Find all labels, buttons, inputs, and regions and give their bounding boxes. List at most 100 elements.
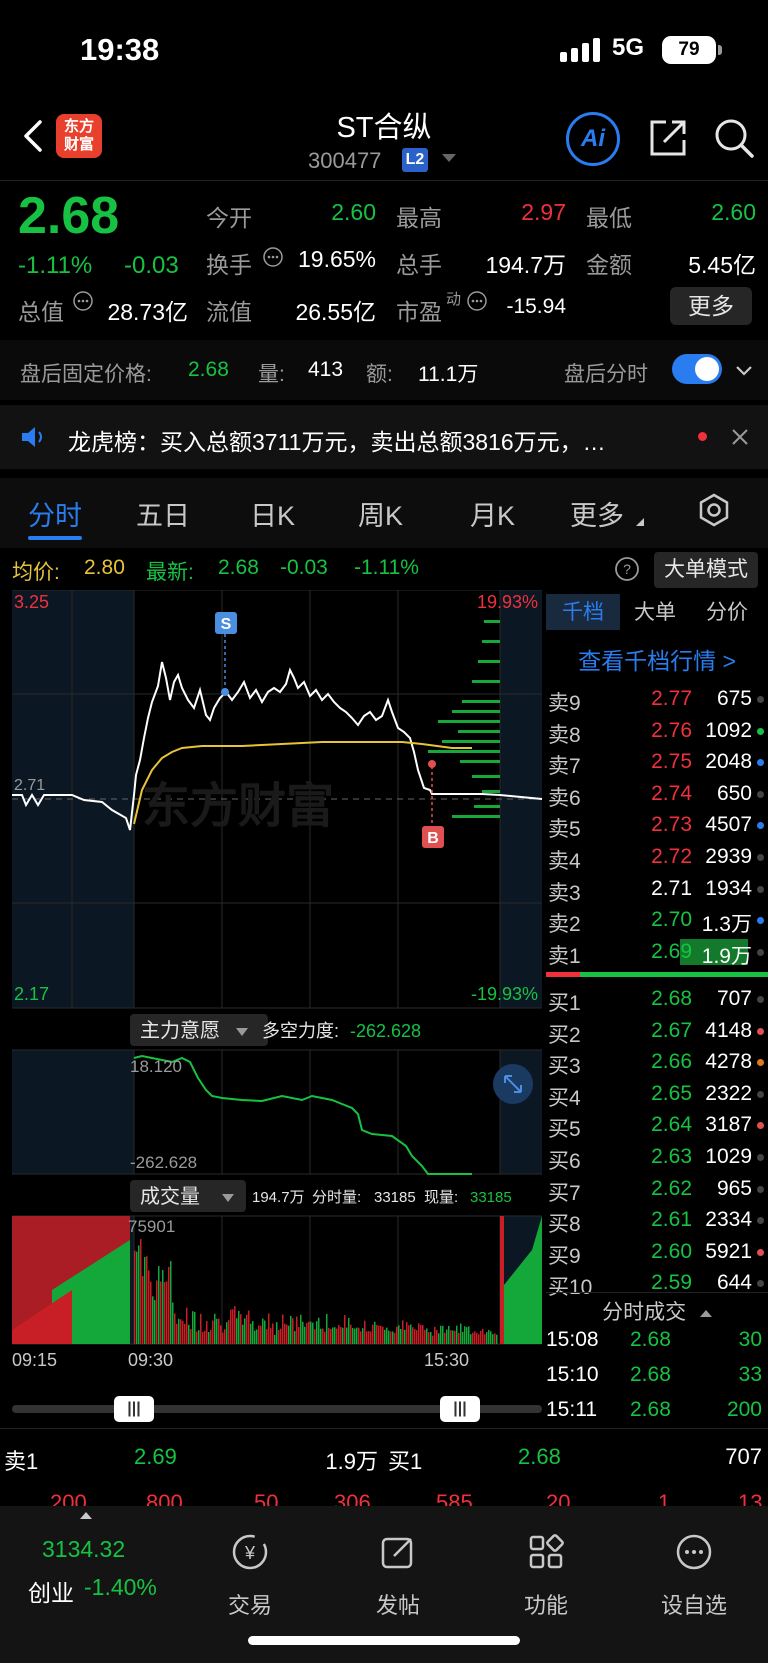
volume-bar xyxy=(180,1319,182,1344)
pe-value: -15.94 xyxy=(506,295,566,318)
ask-row[interactable]: 卖8 2.76 1092 xyxy=(546,716,768,747)
ask-row[interactable]: 卖7 2.75 2048 xyxy=(546,747,768,778)
tab-intraday[interactable]: 分时 xyxy=(28,494,82,533)
bid-row[interactable]: 买5 2.64 3187 xyxy=(546,1110,768,1141)
status-time: 19:38 xyxy=(80,32,160,67)
info-icon[interactable] xyxy=(72,290,94,312)
order-dot xyxy=(757,1248,764,1256)
volume-bar xyxy=(404,1329,406,1344)
nav-trade[interactable]: ¥ 交易 xyxy=(190,1532,310,1620)
tab-weekly-k[interactable]: 周K xyxy=(358,494,403,533)
bid-row[interactable]: 买10 2.59 644 xyxy=(546,1268,768,1299)
close-icon[interactable] xyxy=(730,427,750,447)
tab-depth[interactable]: 千档 xyxy=(562,596,604,626)
tick-row: 15:10 2.68 33 xyxy=(546,1359,768,1393)
bid-row[interactable]: 买2 2.67 4148 xyxy=(546,1016,768,1047)
info-icon[interactable] xyxy=(262,246,284,268)
volume-bar xyxy=(366,1331,368,1344)
volume-bar xyxy=(412,1327,414,1344)
stock-header: 东方 财富 ST合纵 300477 L2 Ai xyxy=(0,100,768,180)
intraday-chart[interactable]: 东方财富 S B 3.25 2.71 2.17 19.93% -19.93% 主… xyxy=(12,590,542,1380)
tab-more[interactable]: 更多 xyxy=(570,494,624,533)
ask-row[interactable]: 卖5 2.73 4507 xyxy=(546,810,768,841)
volume-bar xyxy=(226,1322,228,1344)
volume-bar xyxy=(382,1326,384,1344)
order-dot xyxy=(757,1122,764,1130)
info-icon[interactable] xyxy=(466,290,488,312)
ask-row[interactable]: 卖3 2.71 1934 xyxy=(546,874,768,905)
volume-bar xyxy=(420,1324,422,1344)
volume-bar xyxy=(358,1327,360,1344)
volume-bar xyxy=(380,1325,382,1344)
time-start: 09:15 xyxy=(12,1350,57,1370)
index-name[interactable]: 创业 xyxy=(28,1574,74,1608)
index-value[interactable]: 3134.32 xyxy=(42,1536,125,1563)
ask-row[interactable]: 卖6 2.74 650 xyxy=(546,779,768,810)
bid-row[interactable]: 买3 2.66 4278 xyxy=(546,1047,768,1078)
view-depth-link[interactable]: 查看千档行情 > xyxy=(546,642,768,676)
bid-row[interactable]: 买8 2.61 2334 xyxy=(546,1205,768,1236)
volume-bar xyxy=(154,1300,156,1344)
bid-row[interactable]: 买4 2.65 2322 xyxy=(546,1079,768,1110)
help-icon[interactable]: ? xyxy=(614,556,640,582)
nav-post[interactable]: 发帖 xyxy=(338,1532,458,1620)
bid-row[interactable]: 买7 2.62 965 xyxy=(546,1174,768,1205)
settings-icon[interactable] xyxy=(696,492,732,528)
tab-price-split[interactable]: 分价 xyxy=(706,596,748,626)
order-dot xyxy=(757,1154,764,1161)
search-icon[interactable] xyxy=(712,116,756,160)
ticks-title[interactable]: 分时成交 xyxy=(546,1296,768,1326)
tab-monthly-k[interactable]: 月K xyxy=(470,494,515,533)
nav-functions[interactable]: 功能 xyxy=(486,1532,606,1620)
low-value: 2.60 xyxy=(711,199,756,225)
ask-row[interactable]: 卖4 2.72 2939 xyxy=(546,842,768,873)
bid1-label: 买1 xyxy=(388,1449,423,1474)
ai-assistant-button[interactable]: Ai xyxy=(566,112,620,166)
queue-value: 200 xyxy=(50,1490,87,1506)
bid-row[interactable]: 买1 2.68 707 xyxy=(546,984,768,1015)
volume-bar xyxy=(312,1322,314,1344)
volume-bar xyxy=(362,1328,364,1344)
tab-five-day[interactable]: 五日 xyxy=(136,494,190,533)
queue-value: 1 xyxy=(658,1490,671,1506)
tab-daily-k[interactable]: 日K xyxy=(250,494,295,533)
volume-bar xyxy=(482,1328,484,1344)
now-vol: 33185 xyxy=(470,1189,512,1206)
volume-bar xyxy=(258,1325,260,1344)
tab-big-orders[interactable]: 大单 xyxy=(634,596,676,626)
bid-label: 买7 xyxy=(548,1181,581,1205)
bid-volume: 4148 xyxy=(705,1018,752,1042)
volume-bar xyxy=(372,1324,374,1344)
ask-row[interactable]: 卖9 2.77 675 xyxy=(546,684,768,715)
best-quote-row: 卖1 2.69 1.9万 买1 2.68 707 xyxy=(0,1434,768,1478)
volume-bar xyxy=(342,1327,344,1344)
expand-up-icon[interactable] xyxy=(80,1512,92,1519)
range-handle-right[interactable]: ||| xyxy=(440,1396,480,1422)
big-order-mode-button[interactable]: 大单模式 xyxy=(654,552,758,588)
after-hours-toggle[interactable] xyxy=(672,354,722,384)
volume-bar xyxy=(430,1332,432,1344)
volume-bar xyxy=(238,1310,240,1344)
y-top-label: 3.25 xyxy=(14,592,49,612)
indicator-label: 多空力度: xyxy=(262,1021,339,1041)
ask-row[interactable]: 卖2 2.70 1.3万 xyxy=(546,905,768,936)
volume-bar xyxy=(242,1324,244,1344)
nav-add-watchlist[interactable]: 设自选 xyxy=(634,1532,754,1620)
bid-row[interactable]: 买6 2.63 1029 xyxy=(546,1142,768,1173)
volume-bar xyxy=(454,1330,456,1344)
volume-bar xyxy=(310,1321,312,1344)
ask-price: 2.75 xyxy=(651,750,692,774)
chevron-down-icon[interactable] xyxy=(734,360,754,380)
news-banner[interactable]: 龙虎榜：买入总额3711万元，卖出总额3816万元，… xyxy=(0,405,768,469)
chevron-down-icon[interactable] xyxy=(442,154,456,162)
volume-bar xyxy=(266,1329,268,1344)
bid-row[interactable]: 买9 2.60 5921 xyxy=(546,1237,768,1268)
share-icon[interactable] xyxy=(646,116,690,160)
index-pct[interactable]: -1.40% xyxy=(84,1574,157,1601)
range-handle-left[interactable]: ||| xyxy=(114,1396,154,1422)
ask-row[interactable]: 卖1 2.69 1.9万 xyxy=(546,937,768,968)
more-button[interactable]: 更多 xyxy=(670,287,752,325)
level-badge[interactable]: L2 xyxy=(402,148,428,172)
volume-bar xyxy=(152,1296,154,1344)
bid-price: 2.62 xyxy=(651,1176,692,1200)
